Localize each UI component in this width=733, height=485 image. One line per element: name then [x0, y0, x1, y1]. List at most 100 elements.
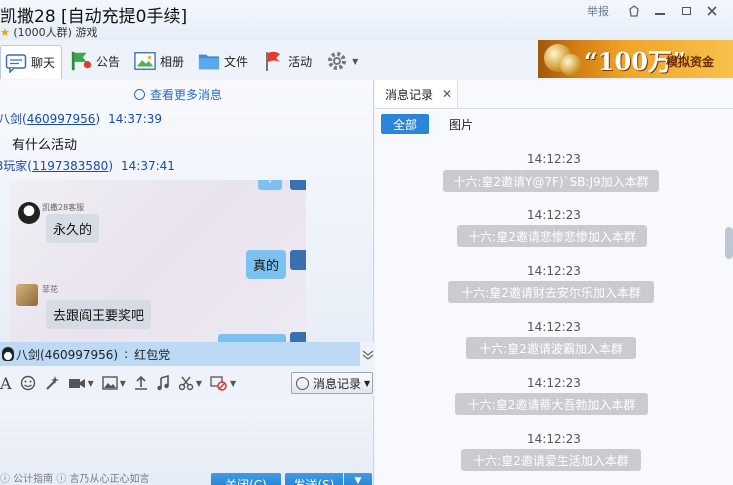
- image-bubble: 永久的: [46, 214, 100, 243]
- history-system-message: 十六:皇2邀请爱生活加入本群: [461, 449, 641, 471]
- reply-separator: :: [124, 347, 129, 361]
- image-bubble: 去跟阎王要奖吧: [46, 300, 152, 329]
- gear-icon: [326, 51, 348, 71]
- qq-penguin-icon: [2, 347, 14, 361]
- message-input[interactable]: ⓘ 公计指南 ⓘ 言乃从心正心如言: [0, 396, 374, 485]
- group-toolbar: 聊天 公告 相册 文件 活动 ▼: [0, 43, 540, 79]
- message-history-button[interactable]: 消息记录 ▼: [291, 372, 373, 394]
- video-icon[interactable]: ▼: [68, 376, 94, 390]
- flag-icon: [262, 51, 284, 71]
- avatar: [290, 332, 306, 342]
- history-system-message: 十六:皇2邀请蒂大吾勃加入本群: [455, 393, 648, 415]
- message-sender: 八剑(460997956) 14:37:39: [0, 112, 163, 126]
- history-system-message: 十六:皇2邀请财去安尔乐加入本群: [448, 281, 654, 303]
- image-message[interactable]: + 凯撒28客服 永久的 真的 菲花 去跟阎王要奖吧: [10, 180, 306, 342]
- tab-files-label: 文件: [224, 54, 249, 69]
- collapse-chevron-icon[interactable]: [362, 350, 374, 363]
- history-system-message: 十六:皇2邀请Y@7F)`SB:J9加入本群: [443, 170, 659, 192]
- chevron-down-icon: ▼: [352, 56, 359, 66]
- chevron-down-icon: ▼: [364, 378, 371, 388]
- tab-chat[interactable]: 聊天: [0, 45, 63, 79]
- bubble-sender-name: 凯撒28客服: [42, 203, 85, 212]
- image-icon[interactable]: ▼: [102, 376, 126, 390]
- minimize-icon[interactable]: [647, 3, 673, 19]
- tab-announcement-label: 公告: [96, 54, 121, 69]
- view-more-messages-link[interactable]: 查看更多消息: [134, 86, 222, 103]
- message-sender: 28玩家(1197383580)14:37:41: [0, 157, 175, 174]
- block-icon[interactable]: ▼: [210, 375, 236, 391]
- close-tab-icon[interactable]: ✕: [442, 87, 452, 101]
- sender-qq-link[interactable]: 460997956: [27, 112, 96, 126]
- settings-menu[interactable]: ▼: [322, 45, 364, 77]
- history-time: 14:12:23: [527, 264, 581, 278]
- bubble-sender-name: 菲花: [42, 285, 58, 294]
- history-time: 14:12:23: [527, 376, 581, 390]
- tab-activity-label: 活动: [288, 54, 313, 69]
- filter-all[interactable]: 全部: [381, 114, 429, 134]
- history-panel[interactable]: 消息记录 ✕ 全部 图片 14:12:23 十六:皇2邀请Y@7F)`SB:J9…: [375, 80, 733, 485]
- image-bubble: [218, 334, 286, 342]
- coin-icon: [560, 54, 582, 76]
- close-icon[interactable]: [699, 3, 725, 19]
- image-bubble: 真的: [246, 250, 287, 279]
- scissors-icon[interactable]: ▼: [178, 375, 202, 391]
- avatar: [290, 250, 306, 270]
- message-text: 有什么活动: [12, 138, 78, 153]
- tab-chat-label: 聊天: [31, 56, 56, 70]
- music-icon[interactable]: [156, 375, 170, 391]
- history-time: 14:12:23: [527, 432, 581, 446]
- group-tag: 游戏: [75, 26, 98, 39]
- close-button[interactable]: 关闭(C): [211, 473, 281, 485]
- chat-bubble-icon: [5, 53, 27, 73]
- folder-icon: [198, 51, 220, 71]
- tab-files[interactable]: 文件: [194, 45, 254, 77]
- emoji-icon[interactable]: [20, 375, 36, 391]
- group-info: ★ (1000人群) 游戏: [0, 24, 97, 40]
- history-system-message: 十六:皇2邀请悲惨悲惨加入本群: [457, 225, 647, 247]
- message-time: 14:37:41: [121, 159, 175, 173]
- tab-album[interactable]: 相册: [130, 45, 190, 77]
- avatar: [290, 180, 306, 190]
- history-time: 14:12:23: [527, 320, 581, 334]
- qq-penguin-icon: [18, 202, 40, 224]
- divider: [375, 108, 733, 109]
- message-time: 14:37:39: [108, 112, 163, 126]
- window-controls: 举报: [587, 3, 725, 19]
- skin-icon[interactable]: [621, 3, 647, 19]
- send-button[interactable]: 发送(S): [285, 473, 343, 485]
- plus-icon: +: [258, 180, 282, 190]
- clock-icon: [296, 376, 309, 390]
- send-options-chevron-icon[interactable]: ▼: [344, 473, 372, 485]
- avatar: [16, 284, 38, 306]
- history-time: 14:12:23: [527, 208, 581, 222]
- sender-name: 八剑: [0, 112, 23, 126]
- photo-album-icon: [134, 51, 156, 71]
- clock-icon: [134, 89, 145, 100]
- upload-icon[interactable]: [134, 375, 148, 391]
- magic-wand-icon[interactable]: [44, 375, 60, 391]
- star-icon: ★: [0, 26, 10, 39]
- bottom-hint: ⓘ 公计指南 ⓘ 言乃从心正心如言: [0, 474, 150, 485]
- sender-qq-link[interactable]: 1197383580: [32, 159, 108, 173]
- ad-banner[interactable]: “100万” 模拟资金: [538, 40, 733, 78]
- banner-tagline: 模拟资金: [666, 55, 715, 69]
- history-scrollbar[interactable]: [725, 227, 733, 259]
- tab-album-label: 相册: [160, 54, 185, 69]
- history-time: 14:12:23: [527, 152, 581, 166]
- reply-preview[interactable]: 八剑(460997956) : 红包党: [0, 342, 360, 366]
- font-icon[interactable]: A: [0, 374, 12, 393]
- reply-sender: 八剑(460997956): [16, 347, 119, 362]
- title-bar: 凯撒28 [自动充提0手续] ★ (1000人群) 游戏 举报: [0, 0, 733, 40]
- tab-message-history[interactable]: 消息记录 ✕: [375, 80, 458, 108]
- history-button-label: 消息记录: [313, 376, 362, 391]
- filter-images[interactable]: 图片: [441, 114, 481, 134]
- tab-announcement[interactable]: 公告: [66, 45, 126, 77]
- member-count: (1000人群): [13, 26, 72, 39]
- sender-name: 28玩家: [0, 159, 28, 173]
- history-system-message: 十六:皇2邀请波霸加入本群: [466, 337, 636, 359]
- announcement-icon: [70, 51, 92, 71]
- report-link[interactable]: 举报: [587, 3, 609, 19]
- chat-panel[interactable]: 查看更多消息 八剑(460997956)14:37:39 有什么活动 28玩家(…: [0, 80, 374, 342]
- maximize-icon[interactable]: [673, 3, 699, 19]
- tab-activity[interactable]: 活动: [258, 45, 318, 77]
